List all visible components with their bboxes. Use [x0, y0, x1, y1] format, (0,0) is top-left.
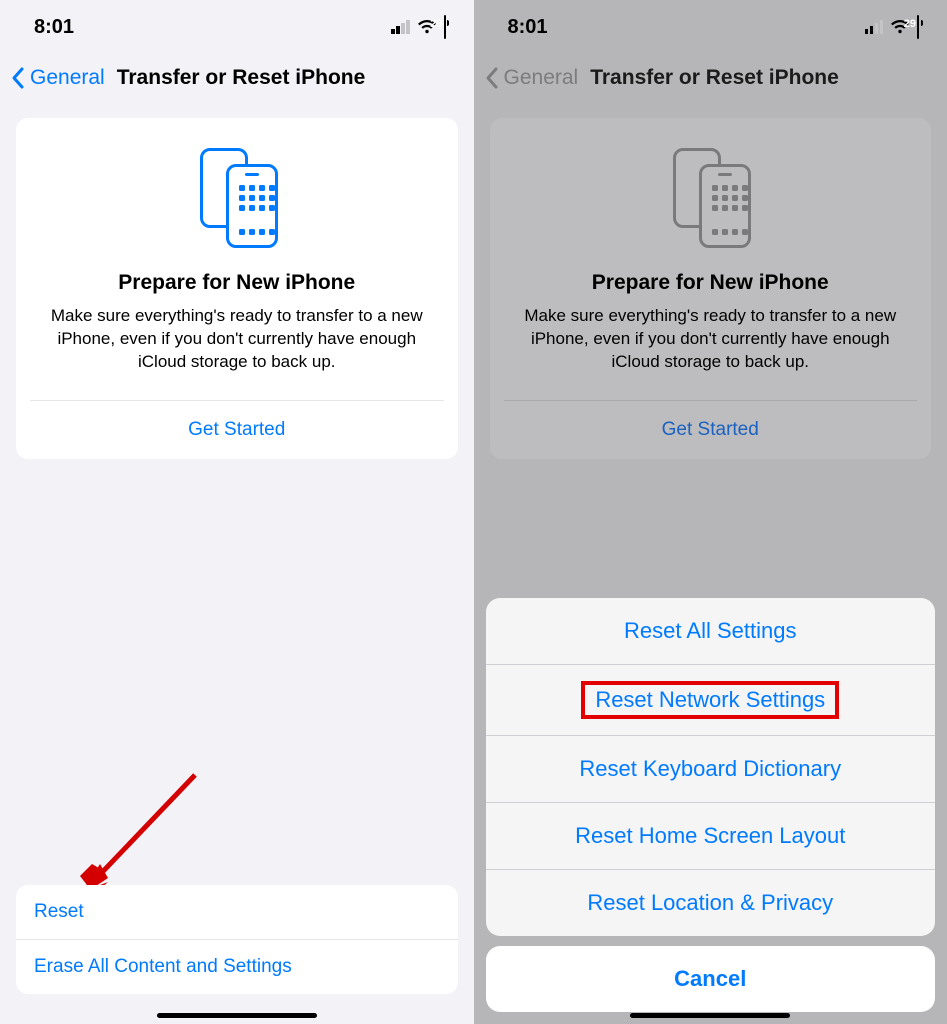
prepare-card-body: Prepare for New iPhone Make sure everyth… — [16, 118, 458, 382]
screen-left-transfer-reset: 8:01 29 General Transfer or Reset iPhone — [0, 0, 474, 1024]
nav-bar: General Transfer or Reset iPhone — [474, 54, 947, 102]
sheet-reset-keyboard-dictionary[interactable]: Reset Keyboard Dictionary — [486, 735, 936, 802]
status-icons: 29 — [391, 16, 446, 39]
nav-bar: General Transfer or Reset iPhone — [0, 54, 474, 102]
back-chevron-icon — [484, 66, 500, 90]
battery-icon: 29 — [444, 16, 446, 39]
sheet-reset-home-screen-layout[interactable]: Reset Home Screen Layout — [486, 802, 936, 869]
screen-right-reset-sheet: 8:01 29 General Transfer or Reset iPhone — [474, 0, 947, 1024]
prepare-description: Make sure everything's ready to transfer… — [36, 305, 438, 374]
two-phones-icon — [665, 148, 755, 248]
prepare-card-dimmed: Prepare for New iPhone Make sure everyth… — [490, 118, 932, 459]
home-indicator[interactable] — [630, 1013, 790, 1018]
bottom-actions-list: Reset Erase All Content and Settings — [16, 885, 458, 994]
back-chevron-icon[interactable] — [10, 66, 26, 90]
get-started-button-dimmed: Get Started — [490, 401, 932, 459]
nav-back-label[interactable]: General — [30, 66, 105, 90]
highlight-annotation: Reset Network Settings — [581, 681, 839, 719]
status-bar: 8:01 29 — [0, 0, 474, 54]
sheet-reset-location-privacy[interactable]: Reset Location & Privacy — [486, 869, 936, 936]
prepare-card: Prepare for New iPhone Make sure everyth… — [16, 118, 458, 459]
get-started-button[interactable]: Get Started — [16, 401, 458, 459]
nav-title: Transfer or Reset iPhone — [590, 66, 839, 90]
cellular-icon — [865, 20, 884, 34]
sheet-reset-all-settings[interactable]: Reset All Settings — [486, 598, 936, 664]
nav-back-label: General — [504, 66, 579, 90]
cellular-icon — [391, 20, 410, 34]
reset-row[interactable]: Reset — [16, 885, 458, 939]
battery-icon: 29 — [917, 16, 919, 39]
two-phones-icon — [192, 148, 282, 248]
prepare-title: Prepare for New iPhone — [510, 271, 912, 295]
action-sheet-container: Reset All Settings Reset Network Setting… — [486, 598, 936, 1012]
status-time: 8:01 — [508, 16, 548, 39]
battery-percent: 29 — [430, 16, 442, 32]
prepare-title: Prepare for New iPhone — [36, 271, 438, 295]
sheet-reset-network-settings-label: Reset Network Settings — [595, 687, 825, 712]
status-bar: 8:01 29 — [474, 0, 947, 54]
reset-action-sheet: Reset All Settings Reset Network Setting… — [486, 598, 936, 936]
status-icons: 29 — [865, 16, 920, 39]
status-time: 8:01 — [34, 16, 74, 39]
erase-all-row[interactable]: Erase All Content and Settings — [16, 939, 458, 994]
prepare-card-body: Prepare for New iPhone Make sure everyth… — [490, 118, 932, 382]
sheet-cancel-button[interactable]: Cancel — [486, 946, 936, 1012]
battery-percent: 29 — [904, 16, 916, 32]
prepare-description: Make sure everything's ready to transfer… — [510, 305, 912, 374]
nav-title: Transfer or Reset iPhone — [117, 66, 366, 90]
sheet-reset-network-settings[interactable]: Reset Network Settings — [486, 664, 936, 735]
home-indicator[interactable] — [157, 1013, 317, 1018]
